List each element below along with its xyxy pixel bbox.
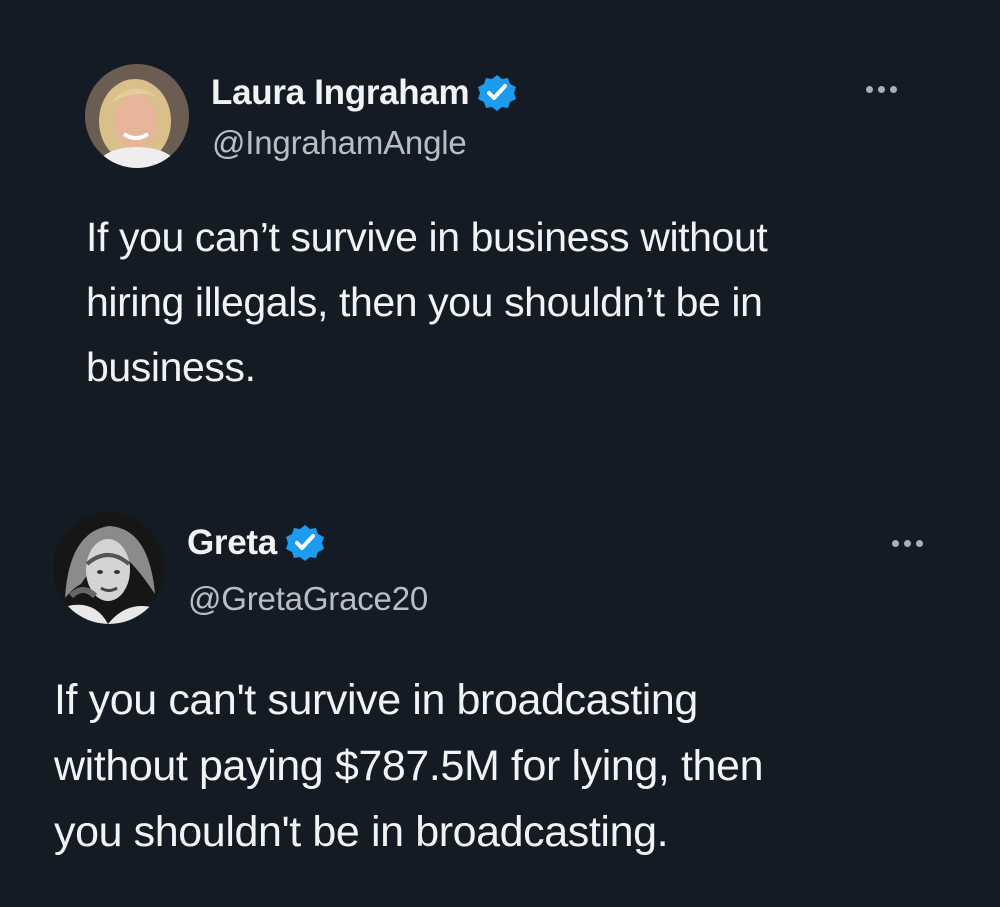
author-row: Greta	[187, 520, 325, 566]
avatar[interactable]	[85, 64, 189, 168]
tweet-laura-ingraham[interactable]: Laura Ingraham @IngrahamAngle If you can…	[0, 0, 1000, 450]
author-name[interactable]: Greta	[187, 523, 277, 563]
tweet-text: If you can't survive in broadcasting wit…	[54, 676, 764, 856]
dot	[904, 540, 911, 547]
profile-photo	[85, 64, 189, 168]
avatar[interactable]	[53, 512, 165, 624]
verified-badge-icon	[477, 73, 517, 113]
tweet-text: If you can’t survive in business without…	[86, 214, 768, 390]
more-options-icon[interactable]	[866, 86, 897, 93]
dot	[892, 540, 899, 547]
tweet-comparison-screenshot: Laura Ingraham @IngrahamAngle If you can…	[0, 0, 1000, 907]
tweet-greta[interactable]: Greta @GretaGrace20 If you can't survive…	[0, 450, 1000, 907]
dot	[890, 86, 897, 93]
dot	[878, 86, 885, 93]
author-row: Laura Ingraham	[211, 70, 517, 116]
verified-badge-icon	[285, 523, 325, 563]
profile-photo	[53, 512, 165, 624]
dot	[916, 540, 923, 547]
author-handle[interactable]: @GretaGrace20	[188, 580, 428, 618]
more-options-icon[interactable]	[892, 540, 923, 547]
dot	[866, 86, 873, 93]
author-handle[interactable]: @IngrahamAngle	[212, 124, 467, 162]
author-name[interactable]: Laura Ingraham	[211, 73, 470, 113]
